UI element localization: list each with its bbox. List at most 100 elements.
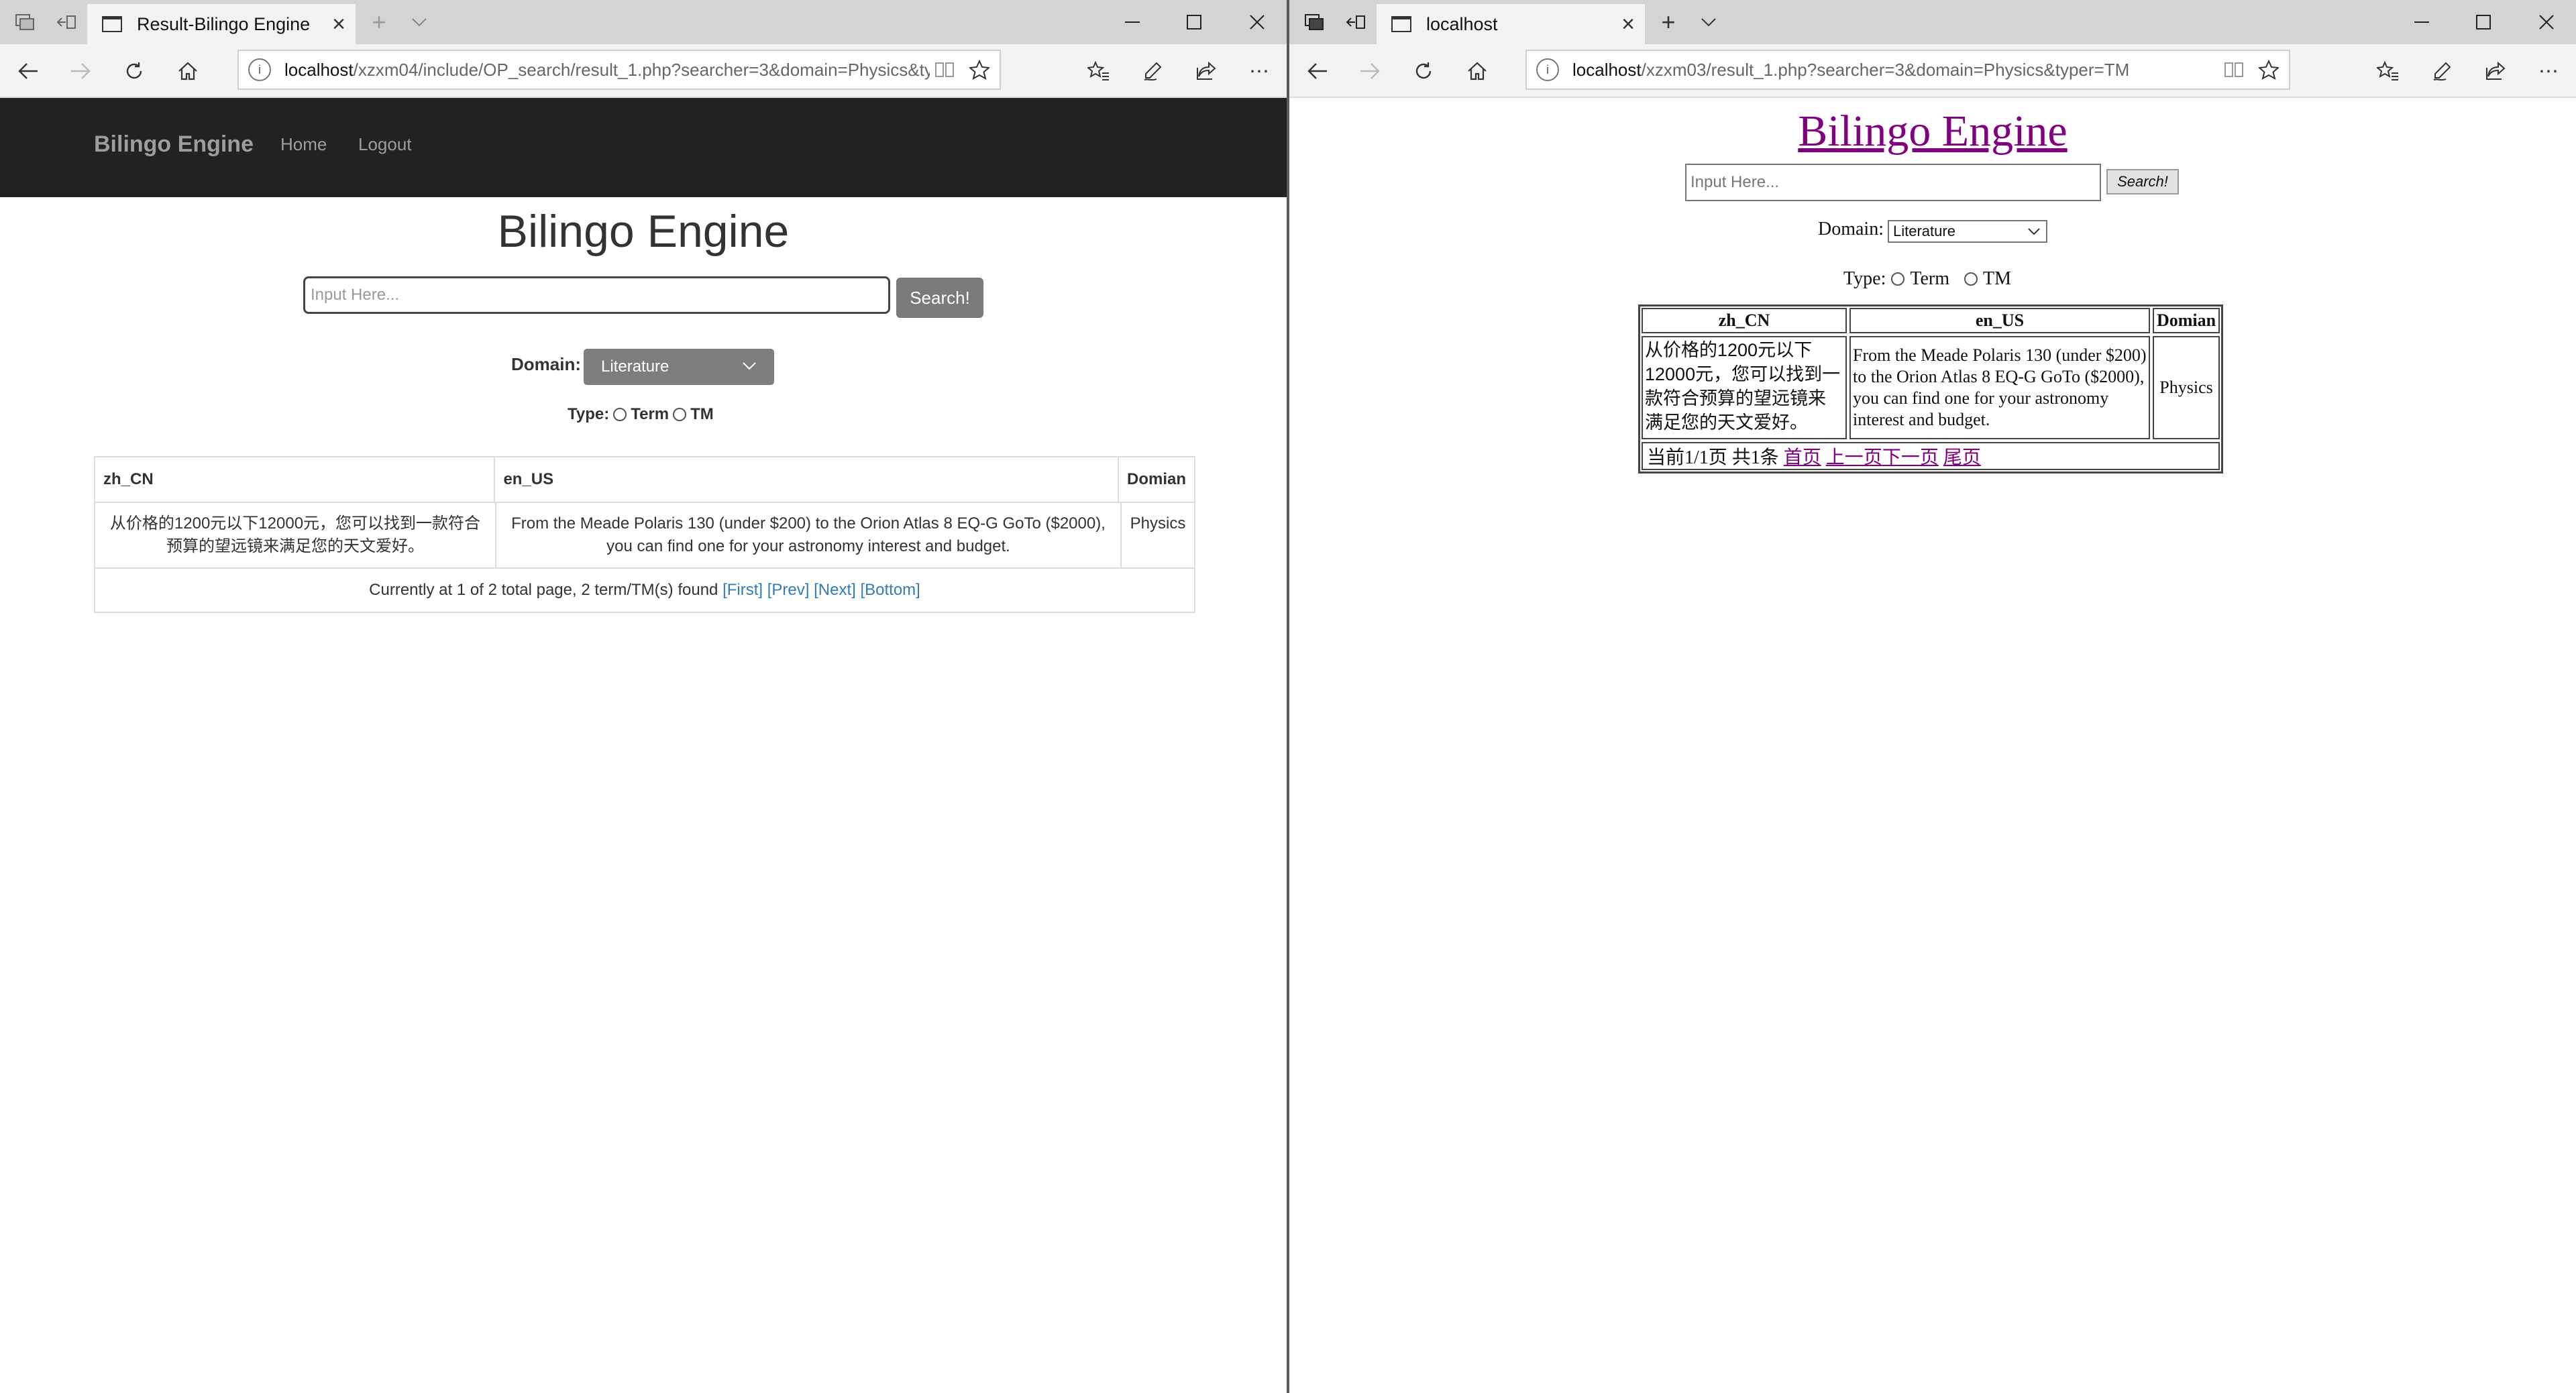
favorite-star-icon[interactable] <box>959 50 1000 90</box>
minimize-icon[interactable] <box>2387 0 2457 44</box>
type-group: Type: Term TM <box>1843 268 2011 290</box>
address-toolbar: i localhost/xzxm04/include/OP_search/res… <box>0 44 1287 98</box>
reading-view-icon[interactable] <box>930 50 959 90</box>
new-tab-icon[interactable]: + <box>1652 0 1685 44</box>
url-text: localhost/xzxm04/include/OP_search/resul… <box>284 59 930 80</box>
cell-en-us: From the Meade Polaris 130 (under $200) … <box>1849 336 2150 439</box>
navbar-brand[interactable]: Bilingo Engine <box>94 131 254 158</box>
table-row: 从价格的1200元以下12000元，您可以找到一款符合预算的望远镜来满足您的天文… <box>1642 336 2220 439</box>
page-content: Bilingo Engine Home Logout Bilingo Engin… <box>0 98 1287 1393</box>
home-icon[interactable] <box>1457 51 1497 91</box>
domain-selected-value: Literature <box>1893 223 1955 239</box>
cell-domain-text: Physics <box>2159 378 2213 397</box>
results-table: zh_CN en_US Domian 从价格的1200元以下12000元，您可以… <box>94 456 1195 613</box>
tm-radio[interactable] <box>673 408 687 421</box>
domain-select[interactable]: Literature <box>1888 220 2047 243</box>
search-button[interactable]: Search! <box>896 278 983 318</box>
prev-page-link[interactable]: 上一页 <box>1826 443 1882 469</box>
tab-close-icon[interactable]: × <box>322 11 356 38</box>
tab-preview-icon[interactable] <box>7 0 44 44</box>
domain-select[interactable]: Literature <box>584 349 774 385</box>
search-placeholder: Input Here... <box>1690 173 1780 191</box>
bottom-page-link[interactable]: [Bottom] <box>860 581 920 600</box>
maximize-icon[interactable] <box>2449 0 2518 44</box>
cell-en-us-text: From the Meade Polaris 130 (under $200) … <box>1853 345 2147 429</box>
nav-home-link[interactable]: Home <box>280 134 327 155</box>
back-icon[interactable] <box>1297 51 1338 91</box>
table-header-row: zh_CN en_US Domian <box>1642 308 2220 333</box>
tab-localhost[interactable]: localhost × <box>1377 4 1645 44</box>
chevron-down-icon <box>742 355 757 380</box>
tab-list-chevron-icon[interactable] <box>402 0 436 44</box>
page-icon <box>102 16 122 32</box>
refresh-icon[interactable] <box>1403 51 1444 91</box>
type-label: Type: <box>1843 268 1886 289</box>
share-icon[interactable] <box>2475 51 2516 91</box>
set-aside-tabs-icon[interactable] <box>47 0 85 44</box>
header-zh-cn: zh_CN <box>103 470 154 488</box>
domain-label: Domain: <box>1818 219 1884 239</box>
site-info-icon[interactable]: i <box>248 58 271 81</box>
favorite-star-icon[interactable] <box>2249 50 2289 90</box>
more-icon[interactable]: ⋯ <box>1240 51 1280 91</box>
address-bar[interactable]: i localhost/xzxm04/include/OP_search/res… <box>237 50 1001 90</box>
set-aside-tabs-icon[interactable] <box>1336 0 1374 44</box>
search-input[interactable]: Input Here... <box>1685 164 2101 201</box>
first-page-link[interactable]: [First] <box>722 581 763 600</box>
term-radio-label: Term <box>631 405 669 423</box>
forward-icon[interactable] <box>1350 51 1390 91</box>
prev-page-link[interactable]: [Prev] <box>767 581 810 600</box>
header-en-us: en_US <box>1849 308 2150 333</box>
refresh-icon[interactable] <box>114 51 154 91</box>
last-page-link[interactable]: 尾页 <box>1943 443 1981 469</box>
page-title-link[interactable]: Bilingo Engine <box>1289 106 2576 157</box>
tab-title: localhost <box>1426 13 1498 34</box>
maximize-icon[interactable] <box>1159 0 1229 44</box>
site-navbar: Bilingo Engine Home Logout <box>0 98 1287 197</box>
back-icon[interactable] <box>8 51 48 91</box>
domain-label: Domain: <box>511 354 581 374</box>
tab-list-chevron-icon[interactable] <box>1692 0 1725 44</box>
nav-logout-link[interactable]: Logout <box>358 134 412 155</box>
page-content: Bilingo Engine Input Here... Search! Dom… <box>1289 98 2576 1393</box>
close-window-icon[interactable] <box>2512 0 2576 44</box>
browser-window-right: localhost × + i localhost/xzxm03/result_… <box>1289 0 2576 1393</box>
cell-zh-cn: 从价格的1200元以下12000元，您可以找到一款符合预算的望远镜来满足您的天文… <box>109 514 481 555</box>
table-row: 从价格的1200元以下12000元，您可以找到一款符合预算的望远镜来满足您的天文… <box>95 503 1194 569</box>
term-radio-label: Term <box>1910 268 1950 289</box>
favorites-hub-icon[interactable] <box>2368 51 2408 91</box>
pagination-status: 当前1/1页 共1条 <box>1647 447 1779 468</box>
page-title: Bilingo Engine <box>497 206 790 257</box>
term-radio[interactable] <box>1891 272 1905 286</box>
address-bar[interactable]: i localhost/xzxm03/result_1.php?searcher… <box>1525 50 2290 90</box>
notes-pen-icon[interactable] <box>2422 51 2462 91</box>
new-tab-icon[interactable]: + <box>362 0 396 44</box>
forward-icon[interactable] <box>60 51 101 91</box>
tm-radio[interactable] <box>1964 272 1978 286</box>
reading-view-icon[interactable] <box>2219 50 2249 90</box>
share-icon[interactable] <box>1186 51 1226 91</box>
tab-title: Result-Bilingo Engine <box>137 13 311 34</box>
address-toolbar: i localhost/xzxm03/result_1.php?searcher… <box>1289 44 2576 98</box>
tab-result-bilingo[interactable]: Result-Bilingo Engine × <box>87 4 356 44</box>
site-info-icon[interactable]: i <box>1536 58 1559 81</box>
favorites-hub-icon[interactable] <box>1079 51 1119 91</box>
home-icon[interactable] <box>168 51 208 91</box>
first-page-link[interactable]: 首页 <box>1784 443 1821 469</box>
more-icon[interactable]: ⋯ <box>2529 51 2569 91</box>
chevron-down-icon <box>2027 221 2041 245</box>
next-page-link[interactable]: 下一页 <box>1882 443 1939 469</box>
search-input[interactable]: Input Here... <box>303 276 890 314</box>
tab-preview-icon[interactable] <box>1296 0 1334 44</box>
close-window-icon[interactable] <box>1222 0 1287 44</box>
minimize-icon[interactable] <box>1097 0 1167 44</box>
next-page-link[interactable]: [Next] <box>814 581 856 600</box>
tab-close-icon[interactable]: × <box>1611 11 1645 38</box>
notes-pen-icon[interactable] <box>1132 51 1173 91</box>
table-header-row: zh_CN en_US Domian <box>95 457 1194 503</box>
term-radio[interactable] <box>613 408 627 421</box>
search-button[interactable]: Search! <box>2106 169 2179 194</box>
header-zh-cn: zh_CN <box>1642 308 1847 333</box>
search-placeholder: Input Here... <box>311 286 400 304</box>
header-en-us: en_US <box>494 457 1118 502</box>
